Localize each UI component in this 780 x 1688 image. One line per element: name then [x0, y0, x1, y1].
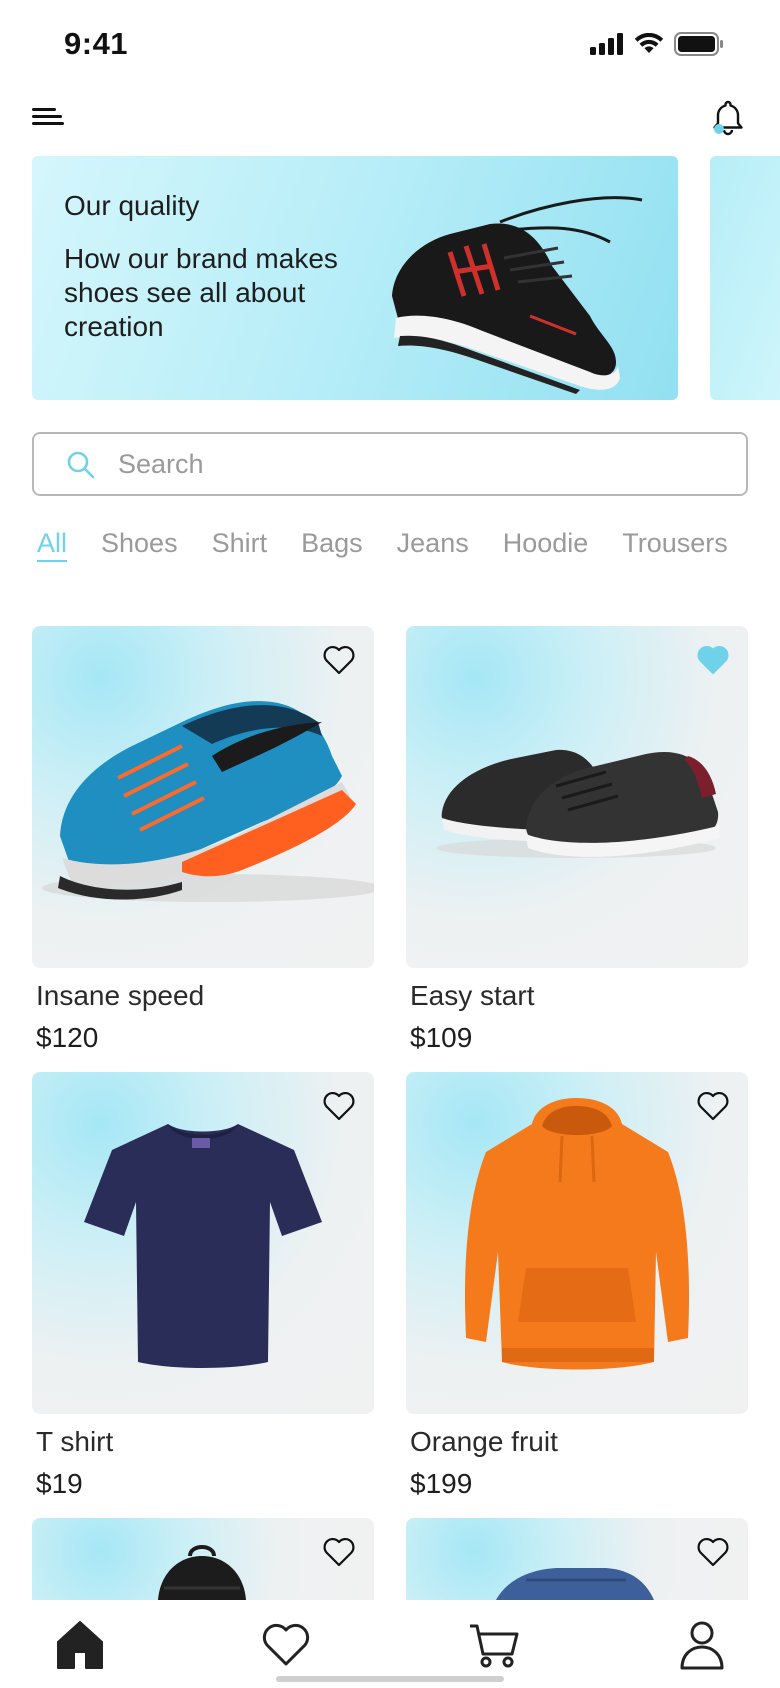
product-name: T shirt — [36, 1426, 114, 1457]
banner-carousel[interactable]: Our quality How our brand makes shoes se… — [32, 156, 780, 400]
category-tab-shoes[interactable]: Shoes — [101, 528, 178, 559]
product-image — [32, 626, 374, 968]
product-price: $120 — [36, 1022, 99, 1053]
status-time: 9:41 — [64, 26, 129, 61]
category-tab-bags[interactable]: Bags — [301, 528, 363, 559]
search-icon — [67, 451, 95, 479]
product-card[interactable]: Orange fruit $199 — [406, 1072, 748, 1500]
blue-running-shoe-image — [42, 701, 374, 902]
battery-icon — [674, 32, 723, 56]
product-name: Orange fruit — [410, 1426, 558, 1457]
category-tab-hoodie[interactable]: Hoodie — [503, 528, 589, 559]
home-indicator — [276, 1676, 504, 1682]
banner-text: How our brand makes shoes see all about … — [64, 243, 338, 342]
favorite-heart-icon[interactable] — [322, 1090, 356, 1122]
product-card[interactable]: Easy start $109 — [406, 626, 748, 1054]
search-input[interactable] — [118, 444, 718, 484]
product-name: Insane speed — [36, 980, 205, 1011]
black-sneakers-pair-image — [436, 749, 720, 858]
banner-shoe-image — [392, 196, 643, 394]
heart-icon[interactable] — [260, 1618, 312, 1670]
category-tab-all[interactable]: All — [37, 528, 67, 559]
notification-bell-icon[interactable] — [710, 98, 746, 138]
product-card-partial[interactable] — [32, 1518, 374, 1600]
product-image — [406, 1072, 748, 1414]
product-price: $109 — [410, 1022, 473, 1053]
favorite-heart-icon[interactable] — [696, 1536, 730, 1568]
favorite-heart-icon-filled[interactable] — [696, 644, 730, 676]
promo-banner[interactable]: Our quality How our brand makes shoes se… — [32, 156, 678, 400]
favorite-heart-icon[interactable] — [322, 644, 356, 676]
category-tab-shirt[interactable]: Shirt — [212, 528, 268, 559]
profile-icon[interactable] — [676, 1618, 728, 1670]
signal-icon — [590, 33, 623, 55]
menu-line — [32, 122, 64, 125]
menu-line — [32, 115, 62, 118]
next-banner-peek[interactable] — [710, 156, 780, 400]
cart-icon[interactable] — [468, 1618, 520, 1670]
product-card[interactable]: Insane speed $120 — [32, 626, 374, 1054]
product-name: Easy start — [410, 980, 535, 1011]
product-price: $19 — [36, 1468, 83, 1499]
menu-button[interactable] — [30, 102, 70, 130]
product-card-partial[interactable] — [406, 1518, 748, 1600]
wifi-icon — [634, 33, 664, 53]
status-bar: 9:41 — [0, 0, 780, 90]
product-price: $199 — [410, 1468, 473, 1499]
category-tab-trousers[interactable]: Trousers — [622, 528, 728, 559]
home-icon[interactable] — [54, 1618, 106, 1670]
category-tabs: All Shoes Shirt Bags Jeans Hoodie Trouse… — [37, 528, 757, 559]
status-icons — [590, 32, 724, 56]
bottom-tab-bar — [0, 1600, 780, 1688]
category-tab-jeans[interactable]: Jeans — [397, 528, 469, 559]
banner-title: Our quality — [64, 190, 200, 221]
orange-hoodie-image — [464, 1098, 690, 1370]
menu-line — [32, 108, 56, 111]
favorite-heart-icon[interactable] — [322, 1536, 356, 1568]
product-card[interactable]: T shirt $19 — [32, 1072, 374, 1500]
product-image — [32, 1072, 374, 1414]
top-bar — [0, 92, 780, 140]
product-image — [406, 626, 748, 968]
navy-t-shirt-image — [84, 1124, 322, 1368]
search-bar[interactable] — [32, 432, 748, 496]
favorite-heart-icon[interactable] — [696, 1090, 730, 1122]
